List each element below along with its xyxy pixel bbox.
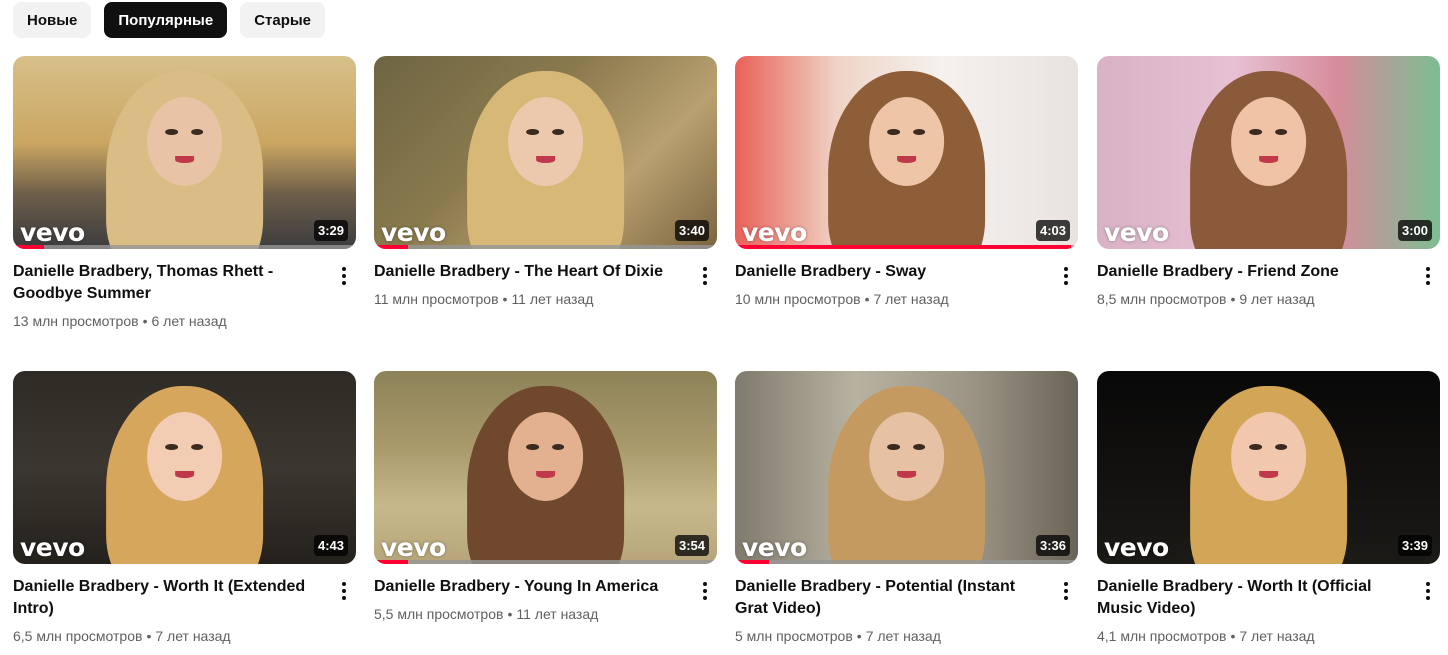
- video-thumbnail[interactable]: vevo 3:40: [374, 56, 717, 249]
- view-count: 10 млн просмотров: [735, 291, 861, 307]
- video-stats: 4,1 млн просмотров • 7 лет назад: [1097, 626, 1392, 646]
- watch-progress-bar: [13, 245, 356, 249]
- vevo-logo: vevo: [742, 533, 807, 562]
- separator-dot: •: [1230, 291, 1236, 307]
- filter-chips: Новые Популярные Старые: [13, 2, 326, 38]
- vevo-logo: vevo: [20, 218, 85, 247]
- upload-age: 9 лет назад: [1239, 291, 1315, 307]
- video-stats: 8,5 млн просмотров • 9 лет назад: [1097, 289, 1392, 309]
- vevo-logo: vevo: [1104, 218, 1169, 247]
- duration-badge: 3:36: [1035, 535, 1070, 556]
- video-card: vevo 3:40 Danielle Bradbery - The Heart …: [374, 56, 717, 309]
- video-thumbnail[interactable]: vevo 3:54: [374, 371, 717, 564]
- video-title[interactable]: Danielle Bradbery - The Heart Of Dixie: [374, 261, 669, 283]
- more-actions-icon[interactable]: [1054, 579, 1078, 603]
- filter-chip[interactable]: Популярные: [104, 2, 228, 38]
- filter-chip[interactable]: Новые: [13, 2, 92, 38]
- video-stats: 5 млн просмотров • 7 лет назад: [735, 626, 1030, 646]
- more-actions-icon[interactable]: [1054, 264, 1078, 288]
- video-title[interactable]: Danielle Bradbery - Worth It (Official M…: [1097, 576, 1392, 620]
- filter-chip[interactable]: Старые: [240, 2, 326, 38]
- thumbnail-person: [1189, 386, 1348, 564]
- more-actions-icon[interactable]: [693, 579, 717, 603]
- thumbnail-person: [827, 386, 986, 564]
- view-count: 11 млн просмотров: [374, 291, 499, 307]
- video-title[interactable]: Danielle Bradbery - Worth It (Extended I…: [13, 576, 308, 620]
- duration-badge: 3:29: [313, 220, 348, 241]
- thumbnail-person: [1189, 71, 1348, 249]
- view-count: 13 млн просмотров: [13, 313, 139, 329]
- vevo-logo: vevo: [742, 218, 807, 247]
- separator-dot: •: [142, 313, 148, 329]
- upload-age: 6 лет назад: [151, 313, 227, 329]
- video-card: vevo 3:39 Danielle Bradbery - Worth It (…: [1097, 371, 1440, 646]
- upload-age: 7 лет назад: [1239, 628, 1315, 644]
- video-stats: 11 млн просмотров • 11 лет назад: [374, 289, 669, 309]
- more-actions-icon[interactable]: [332, 579, 356, 603]
- video-stats: 6,5 млн просмотров • 7 лет назад: [13, 626, 308, 646]
- video-card: vevo 3:29 Danielle Bradbery, Thomas Rhet…: [13, 56, 356, 331]
- video-thumbnail[interactable]: vevo 3:29: [13, 56, 356, 249]
- thumbnail-person: [466, 386, 625, 564]
- video-card: vevo 3:36 Danielle Bradbery - Potential …: [735, 371, 1078, 646]
- upload-age: 7 лет назад: [865, 628, 941, 644]
- more-actions-icon[interactable]: [693, 264, 717, 288]
- thumbnail-person: [105, 386, 264, 564]
- watch-progress-bar: [735, 560, 1078, 564]
- video-title[interactable]: Danielle Bradbery - Potential (Instant G…: [735, 576, 1030, 620]
- vevo-logo: vevo: [381, 218, 446, 247]
- separator-dot: •: [146, 628, 152, 644]
- video-stats: 10 млн просмотров • 7 лет назад: [735, 289, 1030, 309]
- video-thumbnail[interactable]: vevo 3:00: [1097, 56, 1440, 249]
- upload-age: 7 лет назад: [155, 628, 231, 644]
- video-title[interactable]: Danielle Bradbery, Thomas Rhett - Goodby…: [13, 261, 308, 305]
- duration-badge: 4:43: [313, 535, 348, 556]
- view-count: 5,5 млн просмотров: [374, 606, 504, 622]
- watch-progress-bar: [735, 245, 1078, 249]
- video-card: vevo 3:00 Danielle Bradbery - Friend Zon…: [1097, 56, 1440, 309]
- upload-age: 7 лет назад: [873, 291, 949, 307]
- video-title[interactable]: Danielle Bradbery - Young In America: [374, 576, 669, 598]
- video-card: vevo 4:43 Danielle Bradbery - Worth It (…: [13, 371, 356, 646]
- upload-age: 11 лет назад: [511, 291, 594, 307]
- upload-age: 11 лет назад: [516, 606, 599, 622]
- vevo-logo: vevo: [20, 533, 85, 562]
- more-actions-icon[interactable]: [332, 264, 356, 288]
- view-count: 4,1 млн просмотров: [1097, 628, 1227, 644]
- duration-badge: 3:00: [1397, 220, 1432, 241]
- more-actions-icon[interactable]: [1416, 264, 1440, 288]
- view-count: 5 млн просмотров: [735, 628, 853, 644]
- video-stats: 13 млн просмотров • 6 лет назад: [13, 311, 308, 331]
- duration-badge: 4:03: [1035, 220, 1070, 241]
- video-stats: 5,5 млн просмотров • 11 лет назад: [374, 604, 669, 624]
- separator-dot: •: [1230, 628, 1236, 644]
- duration-badge: 3:54: [674, 535, 709, 556]
- video-card: vevo 3:54 Danielle Bradbery - Young In A…: [374, 371, 717, 624]
- view-count: 6,5 млн просмотров: [13, 628, 143, 644]
- video-title[interactable]: Danielle Bradbery - Friend Zone: [1097, 261, 1392, 283]
- view-count: 8,5 млн просмотров: [1097, 291, 1227, 307]
- video-thumbnail[interactable]: vevo 3:36: [735, 371, 1078, 564]
- separator-dot: •: [856, 628, 862, 644]
- watch-progress-bar: [374, 560, 717, 564]
- video-thumbnail[interactable]: vevo 3:39: [1097, 371, 1440, 564]
- video-thumbnail[interactable]: vevo 4:03: [735, 56, 1078, 249]
- video-thumbnail[interactable]: vevo 4:43: [13, 371, 356, 564]
- duration-badge: 3:40: [674, 220, 709, 241]
- thumbnail-person: [105, 71, 264, 249]
- duration-badge: 3:39: [1397, 535, 1432, 556]
- vevo-logo: vevo: [1104, 533, 1169, 562]
- separator-dot: •: [864, 291, 870, 307]
- separator-dot: •: [502, 291, 508, 307]
- thumbnail-person: [466, 71, 625, 249]
- video-card: vevo 4:03 Danielle Bradbery - Sway 10 мл…: [735, 56, 1078, 309]
- thumbnail-person: [827, 71, 986, 249]
- watch-progress-bar: [374, 245, 717, 249]
- more-actions-icon[interactable]: [1416, 579, 1440, 603]
- separator-dot: •: [507, 606, 513, 622]
- video-title[interactable]: Danielle Bradbery - Sway: [735, 261, 1030, 283]
- vevo-logo: vevo: [381, 533, 446, 562]
